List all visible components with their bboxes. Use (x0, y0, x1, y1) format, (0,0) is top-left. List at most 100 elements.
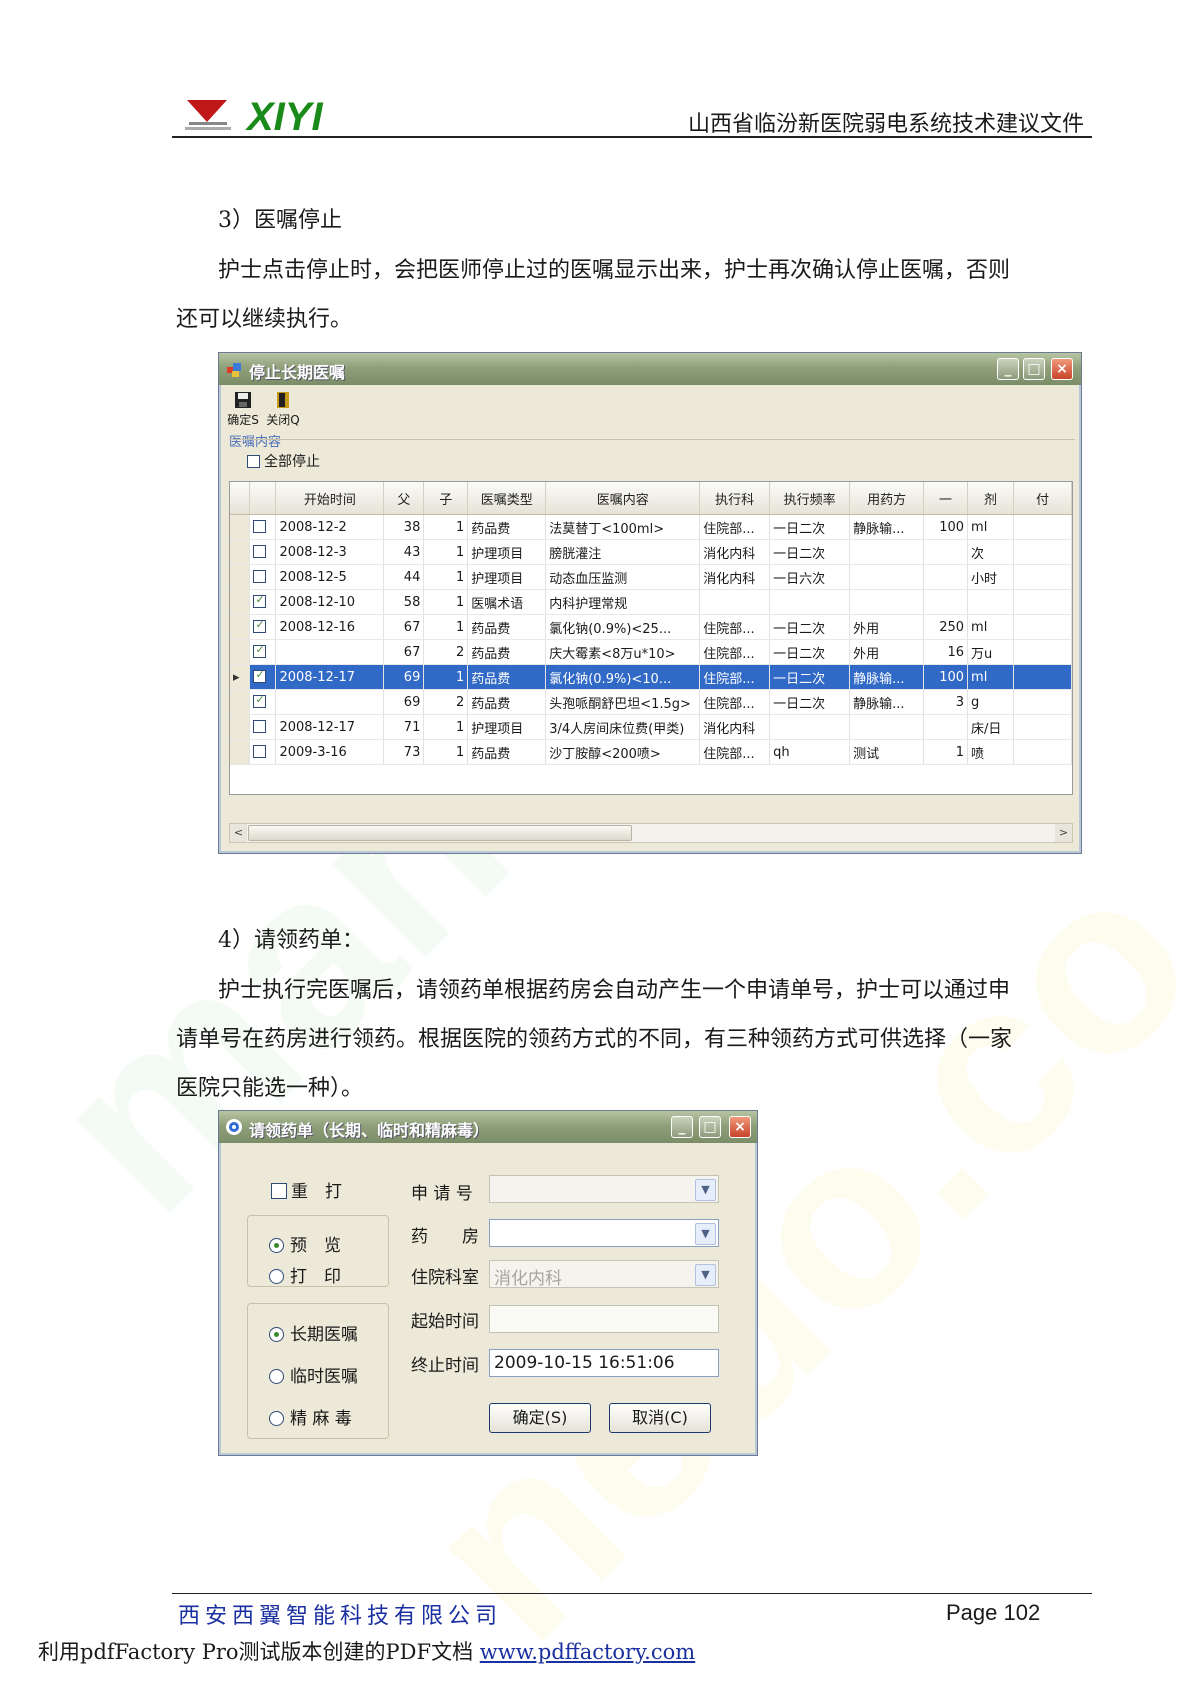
maximize-button[interactable]: □ (1023, 358, 1045, 380)
row-checkbox-cell[interactable] (249, 714, 277, 740)
col-header-order-content[interactable]: 医嘱内容 (545, 482, 701, 515)
cell-exec-freq: 一日二次 (769, 639, 851, 665)
empty-cell (468, 789, 546, 794)
pdffactory-link[interactable]: www.pdffactory.com (480, 1640, 695, 1664)
radio-dot[interactable] (269, 1411, 284, 1426)
maximize-button[interactable]: □ (699, 1116, 721, 1138)
chevron-down-icon[interactable]: ▼ (695, 1264, 716, 1286)
cell-route: 外用 (849, 614, 925, 640)
row-checkbox[interactable] (253, 643, 267, 658)
row-header[interactable]: ▸ (230, 664, 251, 690)
ward-dept-select[interactable]: 消化内科 ▼ (489, 1260, 719, 1289)
row-checkbox[interactable] (253, 719, 267, 733)
row-checkbox-cell[interactable] (249, 564, 277, 590)
cell-exec-dept: 住院部... (699, 514, 771, 540)
checkbox-box[interactable] (271, 1183, 287, 1199)
table-row[interactable]: 2008-12-3 43 1 护理项目 膀胱灌注 消化内科 一日二次 次 (230, 539, 1072, 565)
checkbox-box[interactable] (247, 455, 260, 468)
cancel-button[interactable]: 取消(C) (609, 1403, 711, 1433)
chevron-down-icon[interactable]: ▼ (695, 1223, 716, 1245)
close-button[interactable]: 关闭Q (263, 389, 303, 431)
horizontal-scrollbar[interactable]: < > (229, 823, 1073, 843)
empty-cell (546, 765, 700, 790)
radio-dot[interactable] (269, 1369, 284, 1384)
minimize-button[interactable]: _ (671, 1116, 693, 1138)
row-header[interactable] (230, 539, 251, 565)
minimize-button[interactable]: _ (997, 358, 1019, 380)
radio-dot[interactable] (269, 1238, 284, 1253)
table-row[interactable]: 2008-12-5 44 1 护理项目 动态血压监测 消化内科 一日六次 小时 (230, 564, 1072, 590)
chevron-down-icon[interactable]: ▼ (695, 1179, 716, 1201)
col-header-exec-dept[interactable]: 执行科 (699, 482, 771, 515)
col-header-pay[interactable]: 付 (1013, 482, 1072, 515)
table-row[interactable]: 2008-12-17 71 1 护理项目 3/4人房间床位费(甲类) 消化内科 床/日 (230, 714, 1072, 740)
table-row[interactable]: 692药品费头孢哌酮舒巴坦<1.5g>住院部...一日二次静脉输...3g (230, 689, 1072, 715)
scroll-right-icon[interactable]: > (1055, 824, 1072, 842)
preview-radio[interactable]: 预 览 (269, 1231, 341, 1256)
row-header[interactable] (230, 639, 251, 665)
row-checkbox[interactable] (253, 744, 267, 758)
row-checkbox-cell[interactable] (249, 614, 277, 640)
col-header-exec-freq[interactable]: 执行频率 (769, 482, 851, 515)
radio-dot[interactable] (269, 1327, 284, 1342)
table-row[interactable]: 2008-12-2 38 1 药品费 法莫替丁<100ml> 住院部... 一日二次 静脉输.… (230, 514, 1072, 540)
row-checkbox[interactable] (253, 569, 267, 583)
row-header[interactable] (230, 689, 251, 715)
row-header[interactable] (230, 714, 251, 740)
row-checkbox[interactable] (253, 519, 267, 533)
table-row[interactable]: 2008-12-10581医嘱术语内科护理常规 (230, 589, 1072, 615)
row-header[interactable] (230, 614, 251, 640)
row-checkbox-cell[interactable] (249, 639, 277, 665)
col-header-unit[interactable]: 剂 (967, 482, 1014, 515)
apply-no-select[interactable]: ▼ (489, 1175, 719, 1203)
col-header-child[interactable]: 子 (423, 482, 469, 515)
radio-dot[interactable] (269, 1269, 284, 1284)
close-window-button[interactable]: × (1051, 358, 1073, 380)
long-term-radio[interactable]: 长期医嘱 (269, 1320, 358, 1345)
cell-route: 外用 (849, 639, 925, 665)
all-stop-checkbox[interactable]: 全部停止 (247, 451, 320, 471)
cell-order-content: 沙丁胺醇<200喷> (545, 739, 701, 765)
end-time-field[interactable]: 2009-10-15 16:51:06 (489, 1349, 719, 1377)
row-checkbox-cell[interactable] (249, 539, 277, 565)
close-window-button[interactable]: × (729, 1116, 751, 1138)
cell-parent: 67 (383, 614, 425, 640)
row-checkbox-cell[interactable] (249, 514, 277, 540)
print-radio[interactable]: 打 印 (269, 1262, 341, 1287)
row-checkbox-cell[interactable] (249, 664, 277, 690)
row-checkbox[interactable] (253, 668, 267, 683)
row-checkbox-cell[interactable] (249, 589, 277, 615)
table-row[interactable]: 2008-12-16671药品费氯化钠(0.9%)<25...住院部...一日二… (230, 614, 1072, 640)
start-time-field[interactable] (489, 1305, 719, 1333)
row-checkbox[interactable] (253, 593, 267, 608)
row-checkbox[interactable] (253, 544, 267, 558)
cell-route: 静脉输... (849, 689, 925, 715)
table-row[interactable]: 672药品费庆大霉素<8万u*10>住院部...一日二次外用16万u (230, 639, 1072, 665)
col-header[interactable] (249, 482, 277, 515)
row-checkbox-cell[interactable] (249, 739, 277, 765)
ok-button[interactable]: 确定(S) (489, 1403, 591, 1433)
row-checkbox[interactable] (253, 693, 267, 708)
table-row[interactable]: 2009-3-16 73 1 药品费 沙丁胺醇<200喷> 住院部... qh 测试 1 喷 (230, 739, 1072, 765)
col-header-parent[interactable]: 父 (383, 482, 425, 515)
row-checkbox[interactable] (253, 618, 267, 633)
table-row[interactable]: ▸ 2008-12-17691药品费氯化钠(0.9%)<10...住院部...一日… (230, 664, 1072, 690)
row-header[interactable] (230, 514, 251, 540)
row-header[interactable] (230, 589, 251, 615)
col-header-order-type[interactable]: 医嘱类型 (467, 482, 547, 515)
col-header-dose[interactable]: 一 (923, 482, 969, 515)
reprint-checkbox[interactable]: 重 打 (271, 1177, 342, 1202)
row-header[interactable] (230, 739, 251, 765)
confirm-button[interactable]: 确定S (223, 389, 263, 431)
temporary-radio[interactable]: 临时医嘱 (269, 1362, 358, 1387)
narcotic-radio[interactable]: 精 麻 毒 (269, 1404, 352, 1429)
cell-child: 1 (423, 739, 469, 765)
col-header-start-time[interactable]: 开始时间 (275, 482, 385, 515)
col-header[interactable] (230, 482, 251, 515)
col-header-route[interactable]: 用药方 (849, 482, 925, 515)
row-checkbox-cell[interactable] (249, 689, 277, 715)
row-header[interactable] (230, 564, 251, 590)
pharmacy-select[interactable]: ▼ (489, 1219, 719, 1247)
scroll-left-icon[interactable]: < (230, 824, 247, 842)
scroll-thumb[interactable] (248, 825, 632, 841)
